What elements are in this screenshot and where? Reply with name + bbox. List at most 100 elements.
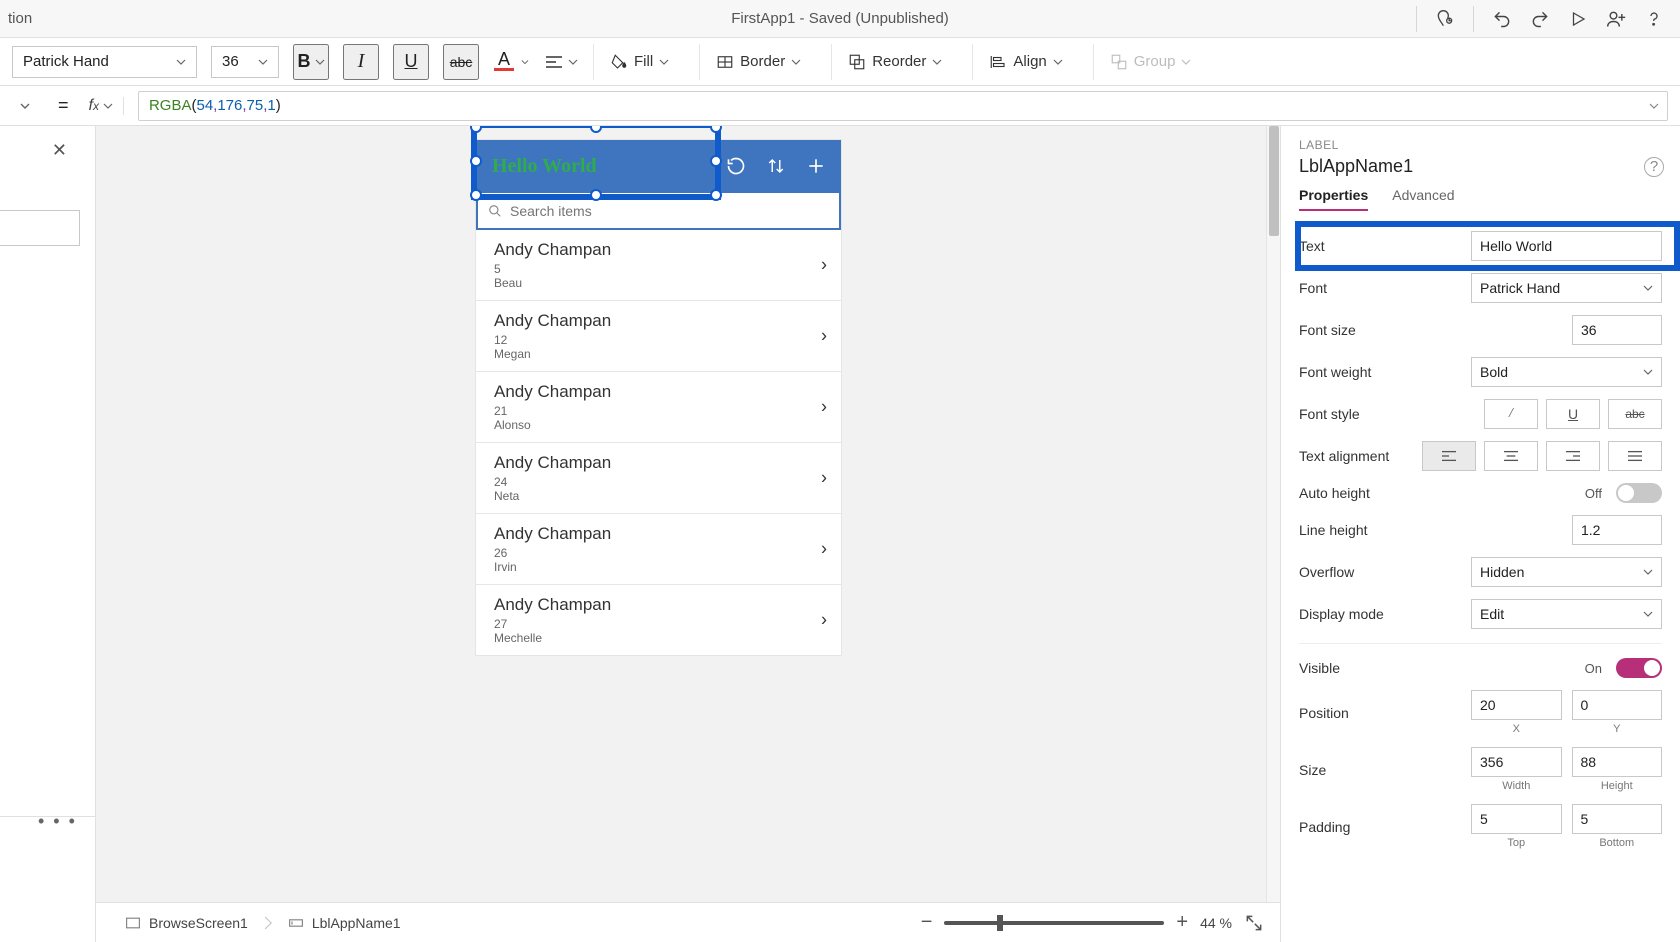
- resize-handle[interactable]: [710, 126, 722, 133]
- width-input[interactable]: [1471, 747, 1562, 777]
- property-selector[interactable]: [12, 93, 38, 119]
- bold-button[interactable]: B: [293, 44, 329, 80]
- align-left-button[interactable]: [1422, 441, 1476, 471]
- zoom-slider-knob[interactable]: [997, 915, 1003, 931]
- prop-text-align: Text alignment: [1299, 435, 1680, 477]
- tab-properties[interactable]: Properties: [1299, 187, 1368, 211]
- position-y-input[interactable]: [1572, 690, 1663, 720]
- strike-button[interactable]: abc: [443, 44, 479, 80]
- chevron-right-icon[interactable]: ›: [821, 610, 827, 631]
- font-color-swatch: [494, 68, 514, 71]
- overflow-select[interactable]: Hidden: [1471, 557, 1662, 587]
- list-item[interactable]: Andy Champan24Neta›: [476, 442, 841, 513]
- list-item[interactable]: Andy Champan27Mechelle›: [476, 584, 841, 655]
- help-icon[interactable]: [1644, 9, 1664, 29]
- border-menu[interactable]: Border: [699, 44, 817, 80]
- zoom-out-button[interactable]: −: [921, 911, 933, 934]
- more-icon[interactable]: • • •: [38, 811, 77, 832]
- list-item[interactable]: Andy Champan26Irvin›: [476, 513, 841, 584]
- chevron-right-icon[interactable]: ›: [821, 397, 827, 418]
- scrollbar-thumb[interactable]: [1269, 126, 1279, 236]
- auto-height-toggle[interactable]: [1616, 483, 1662, 503]
- tab-advanced[interactable]: Advanced: [1392, 187, 1454, 211]
- text-input[interactable]: [1471, 231, 1662, 261]
- padding-top-input[interactable]: [1471, 804, 1562, 834]
- resize-handle[interactable]: [470, 126, 482, 133]
- align-menu[interactable]: Align: [972, 44, 1078, 80]
- font-size-input[interactable]: [1572, 315, 1662, 345]
- zoom-in-button[interactable]: +: [1176, 911, 1188, 934]
- text-align-menu[interactable]: [543, 44, 579, 80]
- breadcrumb-control[interactable]: LblAppName1: [275, 908, 414, 938]
- undo-icon[interactable]: [1492, 9, 1512, 29]
- help-icon[interactable]: ?: [1644, 157, 1664, 177]
- font-color-button[interactable]: A: [493, 44, 529, 80]
- prop-font-weight: Font weight Bold: [1299, 351, 1680, 393]
- position-x-input[interactable]: [1471, 690, 1562, 720]
- fit-to-screen-icon[interactable]: [1244, 913, 1264, 933]
- tree-search-input[interactable]: [0, 210, 80, 246]
- fx-label[interactable]: fx: [89, 97, 124, 115]
- add-icon[interactable]: [805, 155, 827, 177]
- label-icon: [288, 916, 304, 930]
- chevron-right-icon[interactable]: ›: [821, 539, 827, 560]
- italic-button[interactable]: I: [343, 44, 379, 80]
- search-input[interactable]: [510, 203, 829, 219]
- padding-bottom-input[interactable]: [1572, 804, 1663, 834]
- align-justify-button[interactable]: [1608, 441, 1662, 471]
- prop-display-mode: Display mode Edit: [1299, 593, 1680, 635]
- chevron-right-icon[interactable]: ›: [821, 468, 827, 489]
- app-checker-icon[interactable]: [1435, 9, 1455, 29]
- chevron-right-icon[interactable]: ›: [821, 326, 827, 347]
- divider: [1473, 6, 1474, 32]
- play-icon[interactable]: [1568, 9, 1588, 29]
- height-input[interactable]: [1572, 747, 1663, 777]
- app-header: Hello World: [476, 140, 841, 192]
- share-icon[interactable]: [1606, 9, 1626, 29]
- display-mode-select[interactable]: Edit: [1471, 599, 1662, 629]
- fill-menu[interactable]: Fill: [593, 44, 685, 80]
- canvas-footer: BrowseScreen1 LblAppName1 − + 44 %: [96, 902, 1280, 942]
- font-name-selector[interactable]: Patrick Hand: [12, 46, 197, 78]
- underline-button[interactable]: U: [393, 44, 429, 80]
- font-size-selector[interactable]: 36: [211, 46, 279, 78]
- prop-font-style: Font style / U abc: [1299, 393, 1680, 435]
- control-name: LblAppName1 ?: [1299, 156, 1680, 177]
- zoom-value: 44 %: [1200, 915, 1232, 931]
- font-weight-select[interactable]: Bold: [1471, 357, 1662, 387]
- border-label: Border: [740, 53, 785, 70]
- list-item[interactable]: Andy Champan5Beau›: [476, 230, 841, 300]
- reorder-menu[interactable]: Reorder: [831, 44, 958, 80]
- sort-icon[interactable]: [765, 155, 787, 177]
- formula-expand-icon[interactable]: [1649, 101, 1659, 111]
- underline-toggle[interactable]: U: [1546, 399, 1600, 429]
- canvas-vertical-scrollbar[interactable]: [1266, 126, 1280, 902]
- visible-toggle[interactable]: [1616, 658, 1662, 678]
- strike-toggle[interactable]: abc: [1608, 399, 1662, 429]
- redo-icon[interactable]: [1530, 9, 1550, 29]
- formula-input[interactable]: RGBA(54, 176, 75, 1): [138, 91, 1668, 121]
- app-title-label[interactable]: Hello World: [492, 155, 597, 178]
- line-height-input[interactable]: [1572, 515, 1662, 545]
- resize-handle[interactable]: [470, 155, 482, 167]
- canvas[interactable]: Hello World Andy Champan5Beau› Andy Cham…: [96, 126, 1280, 902]
- prop-position: Position X Y: [1299, 684, 1680, 741]
- resize-handle[interactable]: [710, 155, 722, 167]
- prop-size: Size Width Height: [1299, 741, 1680, 798]
- breadcrumb-screen[interactable]: BrowseScreen1: [112, 908, 261, 938]
- resize-handle[interactable]: [590, 126, 602, 133]
- group-menu[interactable]: Group: [1093, 44, 1208, 80]
- prop-line-height: Line height: [1299, 509, 1680, 551]
- font-select[interactable]: Patrick Hand: [1471, 273, 1662, 303]
- search-box[interactable]: [476, 192, 841, 230]
- italic-toggle[interactable]: /: [1484, 399, 1538, 429]
- align-center-button[interactable]: [1484, 441, 1538, 471]
- list-item[interactable]: Andy Champan21Alonso›: [476, 371, 841, 442]
- chevron-right-icon[interactable]: ›: [821, 255, 827, 276]
- zoom-slider[interactable]: [944, 921, 1164, 925]
- align-right-button[interactable]: [1546, 441, 1600, 471]
- refresh-icon[interactable]: [725, 155, 747, 177]
- list-item[interactable]: Andy Champan12Megan›: [476, 300, 841, 371]
- close-pane-icon[interactable]: ✕: [52, 140, 67, 161]
- control-type-label: LABEL: [1299, 138, 1680, 152]
